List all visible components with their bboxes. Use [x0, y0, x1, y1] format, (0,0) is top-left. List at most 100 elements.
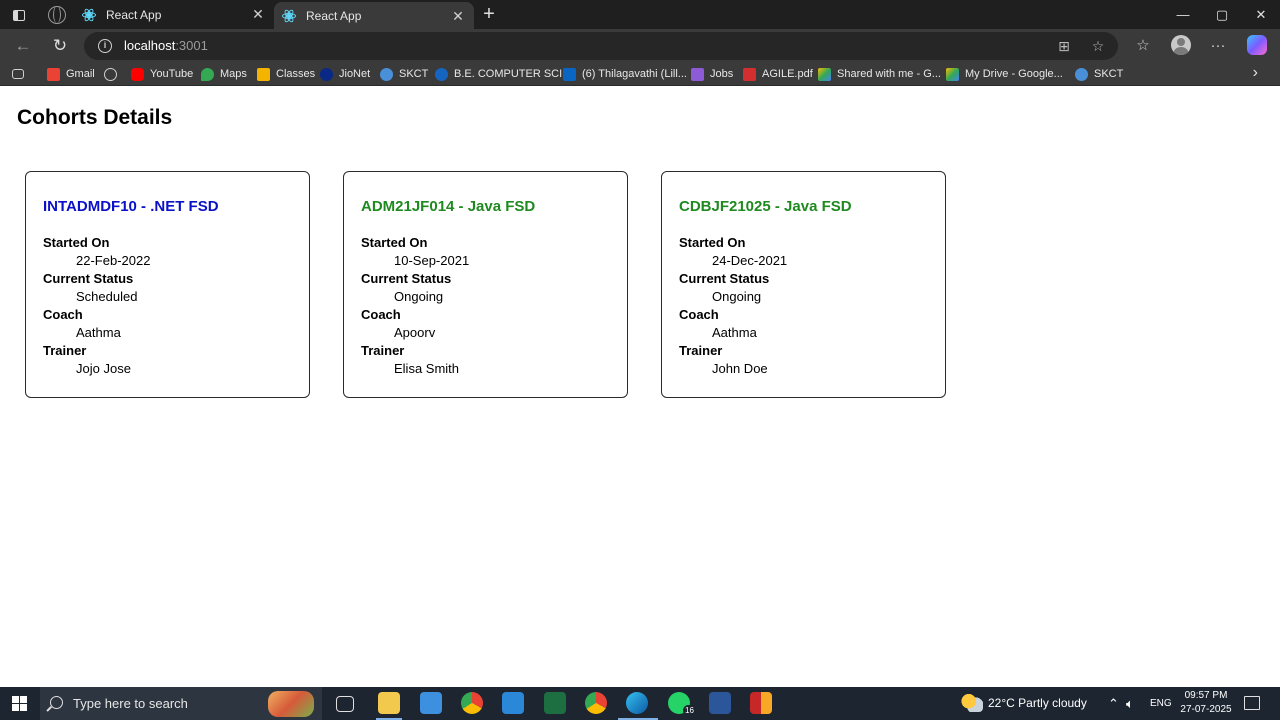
search-highlight-image[interactable]: [268, 691, 314, 717]
bookmark-skct-2[interactable]: SKCT: [1075, 65, 1123, 83]
bookmark-maps[interactable]: Maps: [201, 65, 247, 83]
windows-start-icon[interactable]: [12, 696, 27, 711]
cohort-details: Started On 24-Dec-2021 Current Status On…: [679, 234, 787, 378]
tab-label: React App: [106, 7, 162, 22]
back-button[interactable]: ←: [10, 33, 36, 59]
weather-text[interactable]: 22°C Partly cloudy: [988, 687, 1087, 720]
trainer-value: John Doe: [712, 361, 768, 376]
copilot-icon[interactable]: [1247, 35, 1267, 55]
speaker-icon[interactable]: 🔈︎: [1126, 687, 1134, 720]
close-tab-icon[interactable]: ✕: [450, 8, 466, 24]
jobs-icon: [691, 67, 704, 81]
bookmark-globe[interactable]: [104, 65, 123, 83]
bookmark-course[interactable]: B.E. COMPUTER SCI...: [435, 65, 571, 83]
course-icon: [435, 67, 448, 81]
cohort-card: ADM21JF014 - Java FSD Started On 10-Sep-…: [343, 171, 628, 398]
more-menu-icon[interactable]: ···: [1208, 36, 1228, 56]
word-icon[interactable]: [709, 692, 731, 714]
classroom-icon: [257, 67, 270, 81]
coach-label: Coach: [361, 307, 401, 322]
current-status-value: Ongoing: [712, 289, 762, 304]
linkedin-icon: [563, 67, 576, 81]
tab-label: React App: [306, 8, 362, 23]
page-content: Cohorts Details INTADMDF10 - .NET FSD St…: [0, 86, 1280, 687]
minimize-button[interactable]: —: [1164, 0, 1202, 29]
taskbar-search-box[interactable]: Type here to search: [40, 687, 322, 720]
bookmark-my-drive[interactable]: My Drive - Google...: [946, 65, 1063, 83]
winrar-icon[interactable]: [750, 692, 772, 714]
app-available-icon[interactable]: ⊞: [1056, 38, 1072, 54]
favorites-icon[interactable]: ☆: [1133, 36, 1153, 56]
tab-actions-icon[interactable]: [8, 5, 30, 25]
bookmark-skct[interactable]: SKCT: [380, 65, 428, 83]
cohort-card: INTADMDF10 - .NET FSD Started On 22-Feb-…: [25, 171, 310, 398]
close-window-button[interactable]: ✕: [1242, 0, 1280, 29]
page-title: Cohorts Details: [17, 106, 173, 129]
cohort-title: INTADMDF10 - .NET FSD: [43, 198, 219, 215]
bookmark-gmail[interactable]: Gmail: [47, 65, 95, 83]
current-status-label: Current Status: [361, 271, 452, 286]
cohort-details: Started On 22-Feb-2022 Current Status Sc…: [43, 234, 150, 378]
browser-tab-bar: React App ✕ React App ✕ + — ▢ ✕: [0, 0, 1280, 29]
close-tab-icon[interactable]: ✕: [250, 6, 266, 22]
cohort-card: CDBJF21025 - Java FSD Started On 24-Dec-…: [661, 171, 946, 398]
trainer-label: Trainer: [43, 343, 87, 358]
collections-icon[interactable]: [12, 65, 30, 83]
address-bar[interactable]: i localhost:3001 ⊞ ☆: [84, 32, 1118, 60]
workspaces-icon[interactable]: [48, 6, 66, 24]
task-view-icon[interactable]: [336, 696, 354, 712]
new-tab-button[interactable]: +: [478, 3, 500, 25]
file-explorer-icon[interactable]: [378, 692, 400, 714]
profile-avatar[interactable]: [1171, 35, 1191, 55]
started-on-label: Started On: [361, 235, 428, 250]
windows-taskbar: Type here to search 16 22°C Partly cloud…: [0, 687, 1280, 720]
globe-icon: [104, 67, 117, 81]
gmail-icon: [47, 67, 60, 81]
bookmark-jionet[interactable]: JioNet: [320, 65, 370, 83]
favorite-star-icon[interactable]: ☆: [1090, 38, 1106, 54]
bookmark-jobs[interactable]: Jobs: [691, 65, 733, 83]
current-status-label: Current Status: [679, 271, 770, 286]
trainer-value: Jojo Jose: [76, 361, 131, 376]
clock[interactable]: 09:57 PM 27-07-2025: [1176, 689, 1236, 717]
coach-label: Coach: [679, 307, 719, 322]
coach-value: Aathma: [712, 325, 757, 340]
site-info-icon[interactable]: i: [98, 39, 112, 53]
language-indicator[interactable]: ENG: [1150, 687, 1172, 720]
chrome-profile-icon[interactable]: [585, 692, 607, 714]
bookmark-linkedin[interactable]: (6) Thilagavathi (Lill...: [563, 65, 687, 83]
excel-icon[interactable]: [544, 692, 566, 714]
browser-toolbar: ← ↻ i localhost:3001 ⊞ ☆ ☆ ···: [0, 29, 1280, 62]
chevron-up-icon[interactable]: ⌃: [1108, 687, 1119, 720]
whatsapp-badge: 16: [683, 705, 696, 716]
started-on-value: 22-Feb-2022: [76, 253, 151, 268]
started-on-value: 24-Dec-2021: [712, 253, 788, 268]
maximize-button[interactable]: ▢: [1203, 0, 1241, 29]
vscode-icon[interactable]: [502, 692, 524, 714]
search-placeholder: Type here to search: [73, 696, 188, 711]
chevron-right-icon[interactable]: ›: [1253, 64, 1258, 82]
coach-value: Aathma: [76, 325, 121, 340]
trainer-label: Trainer: [361, 343, 405, 358]
microsoft-store-icon[interactable]: [420, 692, 442, 714]
bookmark-youtube[interactable]: YouTube: [131, 65, 193, 83]
notifications-icon[interactable]: [1244, 696, 1260, 710]
bookmarks-bar: Gmail YouTube Maps Classes JioNet SKCT B…: [0, 62, 1280, 86]
edge-icon[interactable]: [626, 692, 648, 714]
bookmark-agile-pdf[interactable]: AGILE.pdf: [743, 65, 813, 83]
bookmark-classes[interactable]: Classes: [257, 65, 315, 83]
cohort-title: ADM21JF014 - Java FSD: [361, 198, 536, 215]
react-icon: [82, 6, 96, 23]
skct-icon: [1075, 67, 1088, 81]
trainer-value: Elisa Smith: [394, 361, 460, 376]
chrome-icon[interactable]: [461, 692, 483, 714]
partly-cloudy-icon[interactable]: [961, 694, 983, 712]
started-on-value: 10-Sep-2021: [394, 253, 470, 268]
coach-label: Coach: [43, 307, 83, 322]
browser-tab[interactable]: React App ✕: [74, 0, 274, 29]
coach-value: Apoorv: [394, 325, 436, 340]
react-icon: [282, 7, 296, 24]
browser-tab-active[interactable]: React App ✕: [274, 2, 474, 29]
refresh-button[interactable]: ↻: [47, 33, 73, 59]
bookmark-shared-drive[interactable]: Shared with me - G...: [818, 65, 941, 83]
